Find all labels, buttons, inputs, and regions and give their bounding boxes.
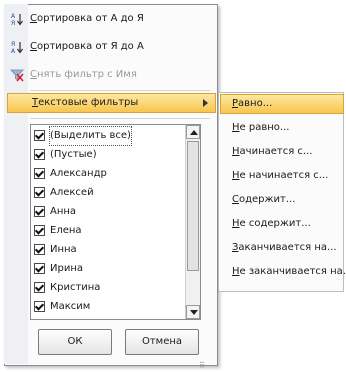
checkbox[interactable]: [34, 149, 45, 160]
checkbox[interactable]: [34, 244, 45, 255]
menu-separator: [30, 90, 210, 91]
scroll-down-button[interactable]: [186, 305, 200, 319]
sort-descending-item[interactable]: Сортировка от Я до А: [30, 38, 144, 56]
submenu-item-contains[interactable]: Содержит...: [232, 191, 295, 209]
submenu-item-ends-with[interactable]: Заканчивается на...: [232, 239, 337, 257]
checkbox[interactable]: [34, 282, 45, 293]
checkbox[interactable]: [34, 187, 45, 198]
svg-text:Я: Я: [11, 20, 15, 26]
cancel-button[interactable]: Отмена: [125, 329, 199, 355]
menu-separator: [30, 118, 210, 119]
submenu-item-equals[interactable]: Равно...: [232, 95, 272, 113]
scrollbar-thumb[interactable]: [187, 141, 199, 271]
svg-text:А: А: [11, 48, 16, 54]
chevron-up-icon: [190, 130, 198, 135]
checkbox[interactable]: [34, 206, 45, 217]
submenu-item-begins-with[interactable]: Начинается с...: [232, 143, 312, 161]
menu-icon-gutter: [4, 4, 28, 364]
svg-text:А: А: [11, 13, 16, 20]
clear-filter-icon: [10, 69, 24, 82]
sort-ascending-item[interactable]: Сортировка от А до Я: [30, 10, 144, 28]
scroll-up-button[interactable]: [186, 125, 200, 139]
text-filters-item[interactable]: Текстовые фильтры: [7, 93, 216, 113]
checkbox[interactable]: [34, 130, 45, 141]
vertical-scrollbar[interactable]: [185, 125, 200, 319]
submenu-item-not-contains[interactable]: Не содержит...: [232, 215, 311, 233]
sort-za-icon: Я А: [11, 41, 23, 54]
svg-text:Я: Я: [11, 41, 15, 48]
checkbox[interactable]: [34, 168, 45, 179]
chevron-down-icon: [190, 310, 198, 315]
checkbox[interactable]: [34, 301, 45, 312]
sort-az-icon: А Я: [11, 13, 23, 26]
checkbox[interactable]: [34, 263, 45, 274]
checkbox[interactable]: [34, 225, 45, 236]
clear-filter-item[interactable]: Снять фильтр с Имя: [30, 66, 137, 84]
ok-button[interactable]: ОК: [38, 329, 112, 355]
submenu-item-not-ends-with[interactable]: Не заканчивается на...: [232, 263, 346, 281]
resize-grip-icon[interactable]: ⠿: [199, 362, 209, 370]
submenu-item-not-equals[interactable]: Не равно...: [232, 119, 289, 137]
filter-values-list[interactable]: (Выделить все) (Пустые) Александр Алексе…: [30, 124, 201, 320]
chevron-right-icon: [203, 99, 208, 107]
submenu-item-not-begins-with[interactable]: Не начинается с...: [232, 167, 328, 185]
